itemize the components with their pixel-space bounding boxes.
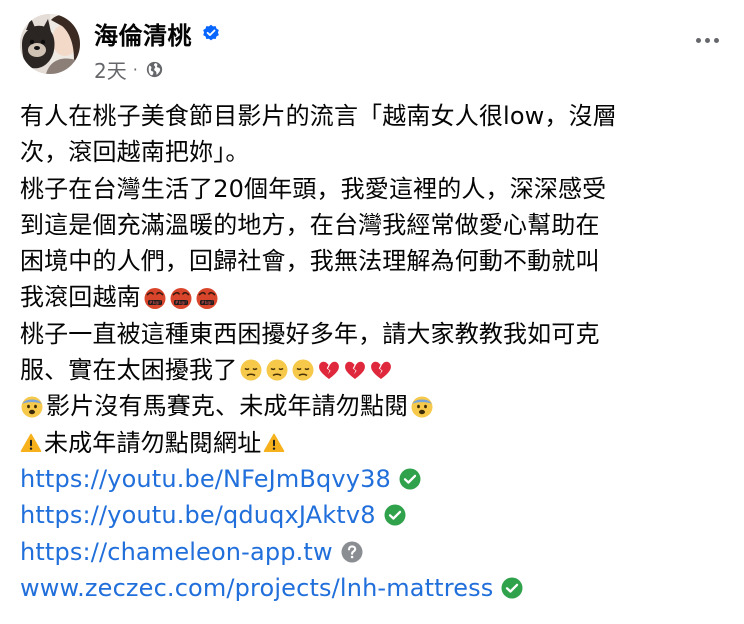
chameleon-app-link[interactable]: https://chameleon-app.tw (20, 534, 333, 570)
safe-link-check-icon (399, 468, 421, 490)
broken-heart-emoji-icon (317, 358, 341, 382)
body-line: 服、實在太困擾我了 (20, 352, 726, 388)
body-line: 我滾回越南 #$@! #$@! #$@! (20, 279, 726, 315)
globe-icon[interactable] (146, 61, 163, 78)
link-line: https://chameleon-app.tw (20, 534, 726, 570)
broken-heart-emoji-icon (369, 358, 393, 382)
post-time[interactable]: 2天 (94, 55, 127, 84)
disappointed-face-emoji-icon (291, 358, 315, 382)
fearful-face-emoji-icon (20, 395, 44, 419)
body-line: 桃子一直被這種東西困擾好多年，請大家教教我如可克 (20, 319, 600, 348)
meta-separator: · (132, 59, 138, 79)
link-line: https://youtu.be/qduqxJAktv8 (20, 497, 726, 533)
body-line: 困境中的人們，回歸社會，我無法理解為何動不動就叫 (20, 247, 600, 276)
zeczec-project-link[interactable]: www.zeczec.com/projects/lnh-mattress (20, 570, 493, 606)
body-line: 到這是個充滿溫暖的地方，在台灣我經常做愛心幫助在 (20, 210, 600, 239)
disappointed-face-emoji-icon (239, 358, 263, 382)
author-row: 海倫清桃 (94, 16, 220, 50)
safe-link-check-icon (501, 577, 523, 599)
unknown-link-question-icon (341, 541, 363, 563)
post-meta: 2天 · (94, 55, 163, 84)
warning-emoji-icon (20, 432, 42, 454)
link-line: www.zeczec.com/projects/lnh-mattress (20, 570, 726, 606)
safe-link-check-icon (384, 504, 406, 526)
more-options-button[interactable] (690, 28, 724, 52)
post-body: 有人在桃子美食節目影片的流言「越南女人很low，沒層 次，滾回越南把妳」。 桃子… (20, 98, 726, 606)
more-dot-icon (713, 37, 719, 43)
cursing-face-emoji-icon: #$@! (195, 286, 219, 310)
verified-badge-icon (203, 24, 219, 41)
more-dot-icon (704, 37, 710, 43)
disappointed-face-emoji-icon (265, 358, 289, 382)
cursing-face-emoji-icon: #$@! (143, 286, 167, 310)
body-line: 桃子在台灣生活了20個年頭，我愛這裡的人，深深感受 (20, 174, 607, 203)
cursing-face-emoji-icon: #$@! (169, 286, 193, 310)
post-header: 海倫清桃 2天 · (20, 8, 724, 88)
svg-text:#$@!: #$@! (175, 300, 187, 305)
avatar[interactable] (20, 14, 80, 74)
svg-text:#$@!: #$@! (149, 300, 161, 305)
avatar-photo (20, 14, 80, 74)
link-line: https://youtu.be/NFeJmBqvy38 (20, 461, 726, 497)
fearful-face-emoji-icon (410, 395, 434, 419)
more-dot-icon (695, 37, 701, 43)
warning-emoji-icon (263, 432, 285, 454)
body-line: 未成年請勿點閱網址 (20, 425, 726, 461)
svg-text:#$@!: #$@! (201, 300, 213, 305)
youtube-link-1[interactable]: https://youtu.be/NFeJmBqvy38 (20, 461, 391, 497)
body-line: 有人在桃子美食節目影片的流言「越南女人很low，沒層 (20, 102, 617, 130)
author-name[interactable]: 海倫清桃 (94, 16, 192, 51)
body-line: 影片沒有馬賽克、未成年請勿點閱 (20, 388, 726, 424)
broken-heart-emoji-icon (343, 358, 367, 382)
youtube-link-2[interactable]: https://youtu.be/qduqxJAktv8 (20, 497, 376, 533)
body-line: 次，滾回越南把妳」。 (20, 138, 250, 167)
